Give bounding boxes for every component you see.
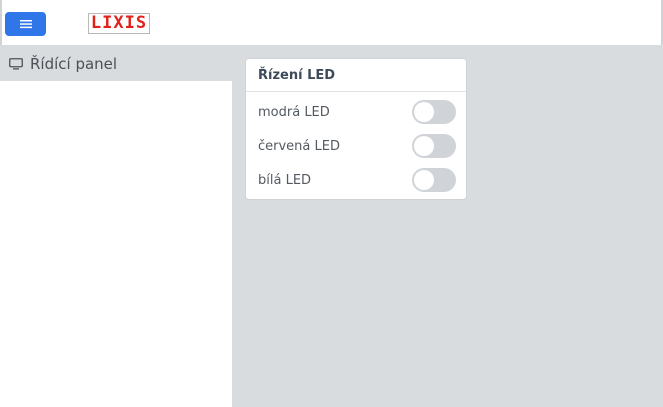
sidebar-dashboard-label: Řídící panel: [30, 54, 118, 73]
led-label: červená LED: [258, 138, 340, 154]
blue-led-toggle[interactable]: [412, 100, 456, 124]
led-control-card: Řízení LED modrá LED červená LED bílá LE…: [245, 58, 467, 200]
led-row-red: červená LED: [246, 133, 466, 159]
card-title: Řízení LED: [246, 59, 466, 92]
toggle-knob: [414, 170, 434, 190]
red-led-toggle[interactable]: [412, 134, 456, 158]
menu-toggle-button[interactable]: [5, 12, 46, 36]
toggle-knob: [414, 102, 434, 122]
led-row-white: bílá LED: [246, 167, 466, 193]
top-navbar: LIXIS: [0, 0, 663, 45]
hamburger-menu-icon: [19, 20, 32, 29]
led-label: modrá LED: [258, 104, 330, 120]
monitor-icon: [9, 57, 23, 69]
sidebar-panel: [0, 81, 232, 407]
led-label: bílá LED: [258, 172, 312, 188]
sidebar-dashboard-item[interactable]: Řídící panel: [0, 46, 232, 81]
led-row-blue: modrá LED: [246, 99, 466, 125]
white-led-toggle[interactable]: [412, 168, 456, 192]
logo[interactable]: LIXIS: [88, 13, 150, 34]
toggle-knob: [414, 136, 434, 156]
navbar-left-edge: [0, 0, 2, 45]
